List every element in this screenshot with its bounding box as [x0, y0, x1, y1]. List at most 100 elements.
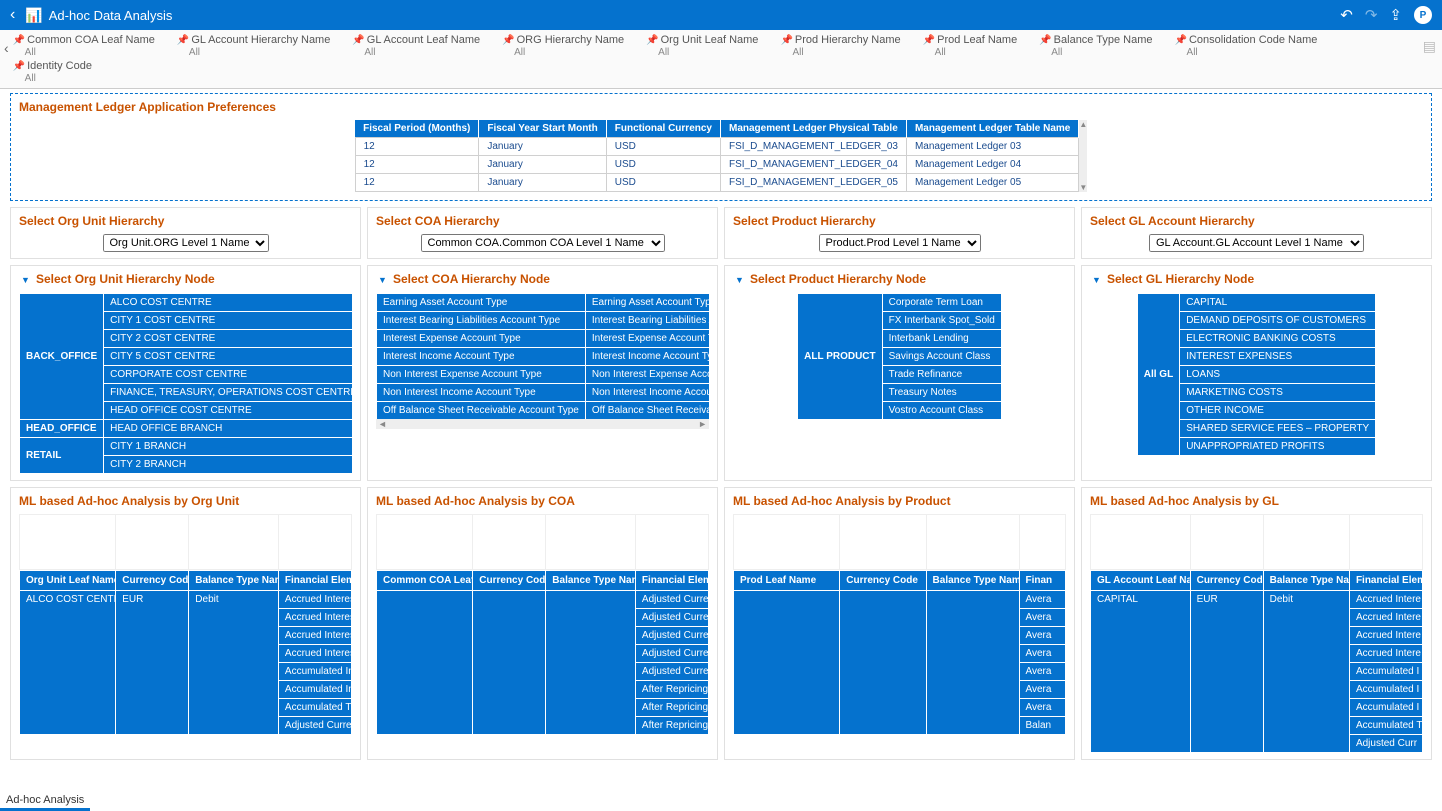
node-item[interactable]: DEMAND DEPOSITS OF CUSTOMERS — [1180, 311, 1376, 329]
filter-item[interactable]: 📌GL Account Leaf NameAll — [352, 34, 480, 58]
back-button[interactable]: ‹ — [10, 6, 15, 24]
node-item[interactable]: Off Balance Sheet Receivable Account Typ… — [377, 401, 586, 419]
filter-item[interactable]: 📌Balance Type NameAll — [1039, 34, 1152, 58]
column-header[interactable]: Prod Leaf Name — [734, 570, 840, 590]
column-header[interactable]: GL Account Leaf Name — [1091, 570, 1191, 590]
coa-node-table[interactable]: Earning Asset Account TypeEarning Asset … — [376, 293, 709, 420]
node-group[interactable]: RETAIL — [20, 437, 104, 473]
node-item[interactable]: UNAPPROPRIATED PROFITS — [1180, 437, 1376, 455]
node-item[interactable]: MARKETING COSTS — [1180, 383, 1376, 401]
org-node-table[interactable]: BACK_OFFICEALCO COST CENTRECITY 1 COST C… — [19, 293, 352, 474]
node-row[interactable]: BACK_OFFICEALCO COST CENTRE — [20, 293, 353, 311]
column-header[interactable]: Financial Elem — [1349, 570, 1422, 590]
table-row[interactable]: CAPITALEURDebitAccrued Intere — [1091, 590, 1423, 608]
node-row[interactable]: RETAILCITY 1 BRANCH — [20, 437, 353, 455]
node-item[interactable]: Non Interest Expense Account Type — [585, 365, 709, 383]
table-row[interactable]: 12JanuaryUSDFSI_D_MANAGEMENT_LEDGER_03Ma… — [355, 138, 1079, 156]
column-header[interactable]: Financial Elemen — [278, 570, 351, 590]
export-button[interactable]: ⇪ — [1389, 6, 1402, 24]
analysis-table[interactable]: Org Unit Leaf NameCurrency CodeBalance T… — [19, 570, 352, 735]
filter-item[interactable]: 📌Prod Hierarchy NameAll — [780, 34, 900, 58]
coa-node-scrollbar[interactable] — [376, 419, 709, 429]
node-item[interactable]: CITY 5 COST CENTRE — [104, 347, 352, 365]
node-item[interactable]: Non Interest Income Account Type — [585, 383, 709, 401]
node-item[interactable]: Interest Expense Account Type — [377, 329, 586, 347]
footer-tab[interactable]: Ad-hoc Analysis — [0, 792, 90, 811]
preferences-scrollbar[interactable]: ▲▼ — [1079, 120, 1087, 192]
product-hierarchy-select[interactable]: Product.Prod Level 1 Name — [819, 234, 981, 252]
table-row[interactable]: ALCO COST CENTREEURDebitAccrued Interest — [20, 590, 352, 608]
node-item[interactable]: Non Interest Income Account Type — [377, 383, 586, 401]
column-header[interactable]: Common COA Leaf Name — [377, 570, 473, 590]
column-header[interactable]: Management Ledger Physical Table — [721, 120, 907, 138]
analysis-table[interactable]: Common COA Leaf NameCurrency CodeBalance… — [376, 570, 709, 735]
column-header[interactable]: Functional Currency — [606, 120, 720, 138]
node-item[interactable]: HEAD OFFICE COST CENTRE — [104, 401, 352, 419]
node-row[interactable]: ALL PRODUCTCorporate Term Loan — [798, 293, 1002, 311]
undo-button[interactable]: ↶ — [1340, 6, 1353, 24]
column-header[interactable]: Balance Type Name — [1263, 570, 1349, 590]
node-item[interactable]: ELECTRONIC BANKING COSTS — [1180, 329, 1376, 347]
filter-icon[interactable]: ▼ — [19, 274, 32, 287]
column-header[interactable]: Finan — [1019, 570, 1066, 590]
filter-item[interactable]: 📌Common COA Leaf NameAll — [13, 34, 155, 58]
analysis-table[interactable]: GL Account Leaf NameCurrency CodeBalance… — [1090, 570, 1423, 753]
column-header[interactable]: Balance Type Name — [189, 570, 279, 590]
node-row[interactable]: Non Interest Income Account TypeNon Inte… — [377, 383, 710, 401]
node-item[interactable]: Vostro Account Class — [882, 401, 1001, 419]
node-item[interactable]: Savings Account Class — [882, 347, 1001, 365]
redo-button[interactable]: ↷ — [1365, 6, 1378, 24]
node-item[interactable]: OTHER INCOME — [1180, 401, 1376, 419]
all-steps-icon[interactable]: ▤ — [1423, 38, 1436, 55]
column-header[interactable]: Balance Type Name — [926, 570, 1019, 590]
node-item[interactable]: ALCO COST CENTRE — [104, 293, 352, 311]
filter-icon[interactable]: ▼ — [376, 274, 389, 287]
node-row[interactable]: Earning Asset Account TypeEarning Asset … — [377, 293, 710, 311]
node-item[interactable]: Corporate Term Loan — [882, 293, 1001, 311]
column-header[interactable]: Management Ledger Table Name — [906, 120, 1078, 138]
coa-hierarchy-select[interactable]: Common COA.Common COA Level 1 Name — [421, 234, 665, 252]
table-row[interactable]: Adjusted Current — [377, 590, 709, 608]
node-item[interactable]: Off Balance Sheet Receivable Account Typ… — [585, 401, 709, 419]
node-row[interactable]: All GLCAPITAL — [1137, 293, 1375, 311]
node-item[interactable]: Interest Income Account Type — [377, 347, 586, 365]
filter-icon[interactable]: ▼ — [733, 274, 746, 287]
node-group[interactable]: HEAD_OFFICE — [20, 419, 104, 437]
gl-node-table[interactable]: All GLCAPITALDEMAND DEPOSITS OF CUSTOMER… — [1137, 293, 1376, 456]
node-item[interactable]: Interbank Lending — [882, 329, 1001, 347]
filter-item[interactable]: 📌Org Unit Leaf NameAll — [646, 34, 758, 58]
column-header[interactable]: Fiscal Year Start Month — [479, 120, 606, 138]
product-node-table[interactable]: ALL PRODUCTCorporate Term LoanFX Interba… — [797, 293, 1002, 420]
node-item[interactable]: Interest Income Account Type — [585, 347, 709, 365]
filter-item[interactable]: 📌Prod Leaf NameAll — [923, 34, 1018, 58]
filter-item[interactable]: 📌GL Account Hierarchy NameAll — [177, 34, 330, 58]
node-item[interactable]: Earning Asset Account Type — [377, 293, 586, 311]
filter-item[interactable]: 📌ORG Hierarchy NameAll — [502, 34, 624, 58]
column-header[interactable]: Currency Code — [473, 570, 546, 590]
node-item[interactable]: Interest Bearing Liabilities Account Typ… — [377, 311, 586, 329]
node-item[interactable]: HEAD OFFICE BRANCH — [104, 419, 352, 437]
column-header[interactable]: Org Unit Leaf Name — [20, 570, 116, 590]
node-item[interactable]: FX Interbank Spot_Sold — [882, 311, 1001, 329]
column-header[interactable]: Currency Code — [1190, 570, 1263, 590]
node-row[interactable]: Interest Income Account TypeInterest Inc… — [377, 347, 710, 365]
column-header[interactable]: Fiscal Period (Months) — [355, 120, 479, 138]
node-group[interactable]: BACK_OFFICE — [20, 293, 104, 419]
collapse-filters-button[interactable]: ‹ — [4, 40, 9, 56]
column-header[interactable]: Financial Elemen — [635, 570, 708, 590]
node-item[interactable]: CORPORATE COST CENTRE — [104, 365, 352, 383]
node-item[interactable]: SHARED SERVICE FEES – PROPERTY — [1180, 419, 1376, 437]
node-group[interactable]: All GL — [1137, 293, 1179, 455]
node-item[interactable]: Interest Expense Account Type — [585, 329, 709, 347]
node-item[interactable]: Treasury Notes — [882, 383, 1001, 401]
gl-hierarchy-select[interactable]: GL Account.GL Account Level 1 Name — [1149, 234, 1364, 252]
node-item[interactable]: CITY 1 BRANCH — [104, 437, 352, 455]
node-item[interactable]: Trade Refinance — [882, 365, 1001, 383]
node-row[interactable]: Interest Expense Account TypeInterest Ex… — [377, 329, 710, 347]
org-hierarchy-select[interactable]: Org Unit.ORG Level 1 Name — [103, 234, 269, 252]
column-header[interactable]: Currency Code — [116, 570, 189, 590]
filter-item[interactable]: 📌Consolidation Code NameAll — [1175, 34, 1318, 58]
user-avatar[interactable]: P — [1414, 6, 1432, 24]
node-group[interactable]: ALL PRODUCT — [798, 293, 882, 419]
table-row[interactable]: Avera — [734, 590, 1066, 608]
